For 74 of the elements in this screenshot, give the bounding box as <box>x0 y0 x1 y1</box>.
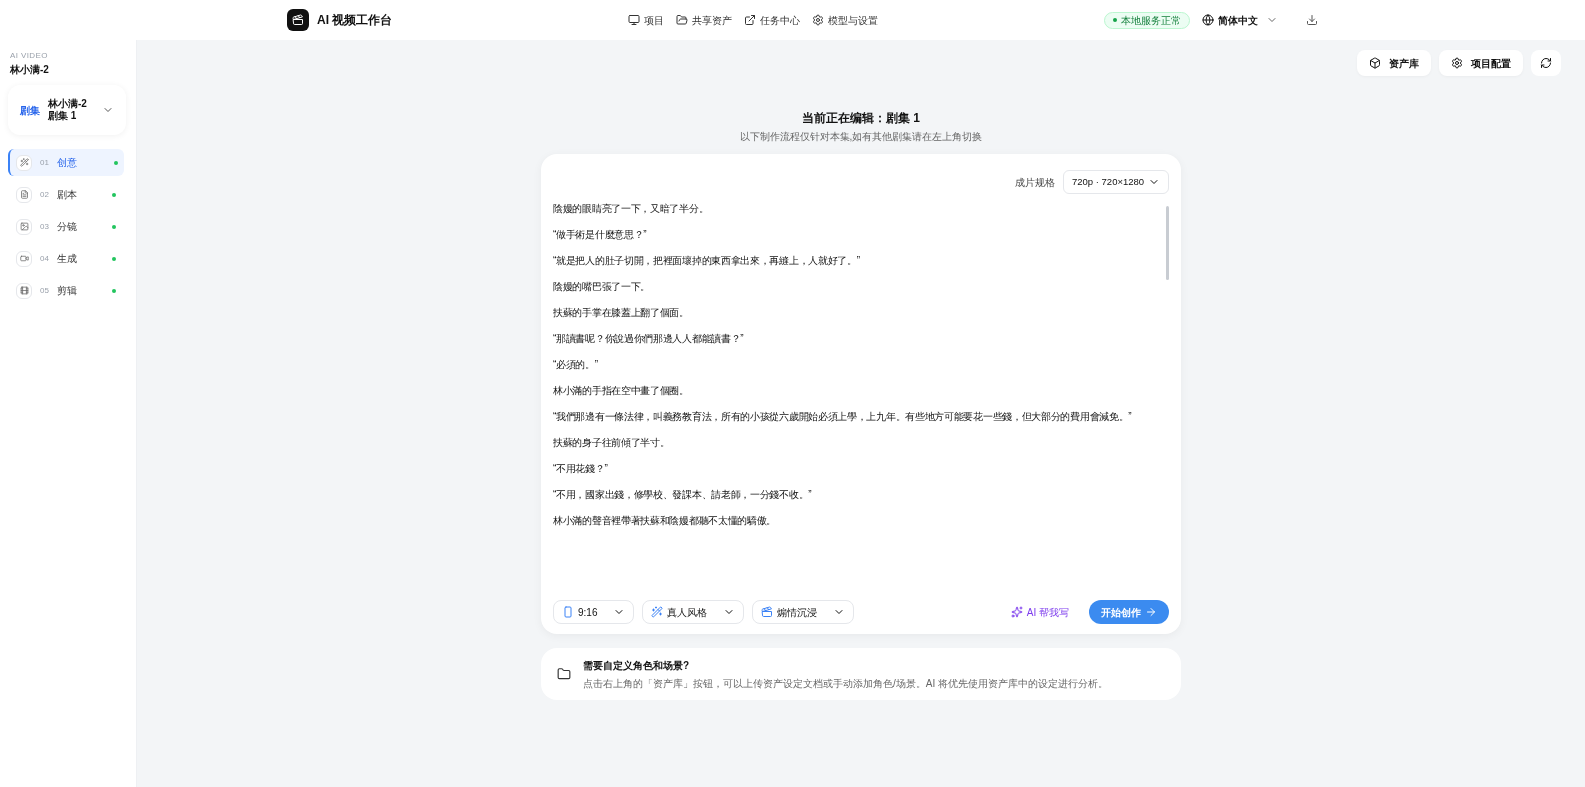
refresh-icon <box>1540 57 1552 69</box>
spec-label: 成片规格 <box>1015 175 1055 190</box>
workflow-step[interactable]: 03 分镜 <box>8 213 124 240</box>
step-number: 05 <box>40 284 49 297</box>
app-title: AI 视频工作台 <box>317 12 393 29</box>
editor-heading: 当前正在编辑：剧集 1 <box>802 110 920 127</box>
settings-icon <box>812 14 824 26</box>
episode-name: 剧集 1 <box>48 110 77 123</box>
sparkles-icon <box>1010 606 1023 618</box>
script-paragraph: 林小滿的手指在空中畫了個圈。 <box>553 384 690 398</box>
clapperboard-icon <box>292 14 304 26</box>
option-select[interactable]: 煽情沉浸 <box>752 600 855 624</box>
step-label: 剪辑 <box>56 284 77 298</box>
script-paragraph: 扶蘇的手掌在膝蓋上翻了個面。 <box>553 306 690 320</box>
rectangle-icon <box>562 606 574 618</box>
nav-link[interactable]: 模型与设置 <box>812 12 878 28</box>
external-link-icon <box>744 14 756 26</box>
cube-icon <box>1369 57 1381 69</box>
image-icon <box>19 222 29 231</box>
script-paragraph: 林小滿的聲音裡帶著扶蘇和陰嫚都聽不太懂的驕傲。 <box>553 514 778 528</box>
folder-icon <box>676 14 688 26</box>
nav-link[interactable]: 共享资产 <box>676 12 732 28</box>
step-number: 01 <box>40 156 49 169</box>
service-status-badge: 本地服务正常 <box>1104 11 1190 29</box>
toolbar-button[interactable]: 资产库 <box>1357 50 1431 76</box>
magic-wand-icon <box>19 158 29 167</box>
workflow-step[interactable]: 04 生成 <box>8 245 124 272</box>
step-label: 生成 <box>56 252 77 266</box>
monitor-icon <box>628 14 640 26</box>
folder-icon <box>557 667 571 681</box>
arrow-right-icon <box>1145 606 1157 618</box>
step-label: 分镜 <box>56 220 77 234</box>
globe-icon <box>1202 14 1214 26</box>
tip-text: 点击右上角的「资产库」按钮，可以上传资产设定文档或手动添加角色/场景。AI 将优先使用资产库中的设定进行分析。 <box>583 676 1108 691</box>
project-name: 林小满-2 <box>9 63 50 77</box>
script-paragraph: “做手術是什麼意思？” <box>553 228 648 242</box>
workflow-step[interactable]: 05 剪辑 <box>8 277 124 304</box>
clapperboard-icon <box>761 606 774 618</box>
option-select[interactable]: 真人风格 <box>642 600 745 624</box>
spec-select[interactable]: 720p · 720×1280 <box>1063 170 1169 194</box>
ai-write-button[interactable]: AI 帮我写 <box>1010 604 1069 620</box>
document-icon <box>19 190 29 199</box>
script-paragraph: “那讀書呢？你說過你們那邊人人都能讀書？” <box>553 332 745 346</box>
step-label: 剧本 <box>56 188 77 202</box>
option-select[interactable]: 9:16 <box>553 600 635 624</box>
tip-title: 需要自定义角色和场景? <box>583 658 691 673</box>
sidebar-eyebrow: AI VIDEO <box>9 50 49 62</box>
script-paragraph: “不用花錢？” <box>553 462 609 476</box>
refresh-button[interactable] <box>1531 50 1561 76</box>
language-select[interactable]: 简体中文 <box>1202 12 1278 28</box>
nav-link[interactable]: 任务中心 <box>744 12 800 28</box>
editor-subheading: 以下制作流程仅针对本集,如有其他剧集请在左上角切换 <box>739 130 983 144</box>
script-paragraph: “不用，國家出錢，修學校、發課本、請老師，一分錢不收。” <box>553 488 813 502</box>
workflow-step[interactable]: 02 剧本 <box>8 181 124 208</box>
settings-icon <box>1451 57 1463 69</box>
step-number: 04 <box>40 252 49 265</box>
film-icon <box>19 286 29 295</box>
episode-project: 林小满-2 <box>48 97 87 110</box>
step-label: 创意 <box>56 156 77 170</box>
script-paragraph: “我們那邊有一條法律，叫義務教育法，所有的小孩從六歲開始必須上學，上九年。有些地方可能要花一些錢，但大部分的費用會減免。” <box>553 410 1133 424</box>
script-paragraph: 陰嫚的眼睛亮了一下，又暗了半分。 <box>553 202 710 216</box>
toolbar-button[interactable]: 项目配置 <box>1439 50 1523 76</box>
episode-tag: 剧集 <box>20 102 40 118</box>
magic-wand-icon <box>651 606 664 618</box>
step-number: 03 <box>40 220 49 233</box>
step-number: 02 <box>40 188 49 201</box>
video-camera-icon <box>19 254 29 263</box>
script-paragraph: 陰嫚的嘴巴張了一下。 <box>553 280 651 294</box>
workflow-step[interactable]: 01 创意 <box>8 149 124 176</box>
script-paragraph: 扶蘇的身子往前傾了半寸。 <box>553 436 671 450</box>
script-paragraph: “必須的。” <box>553 358 599 372</box>
script-paragraph: “就是把人的肚子切開，把裡面壞掉的東西拿出來，再縫上，人就好了。” <box>553 254 861 268</box>
nav-link[interactable]: 项目 <box>628 12 664 28</box>
download-icon <box>1306 14 1318 26</box>
